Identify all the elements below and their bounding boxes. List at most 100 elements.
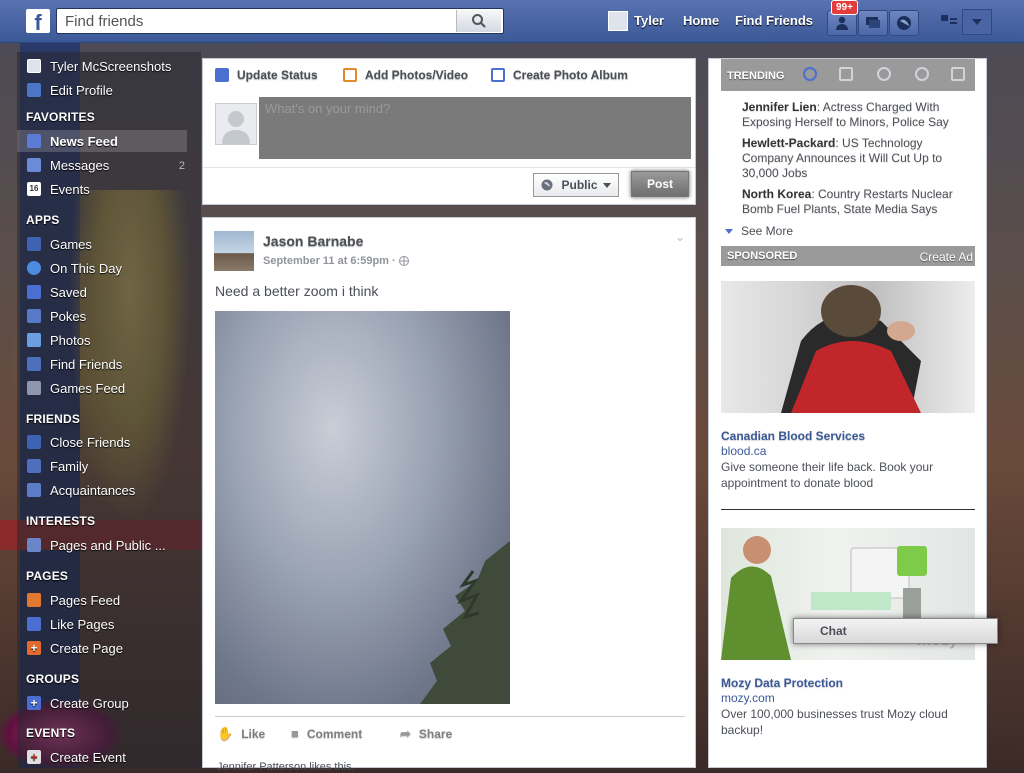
trending-tab-top-icon[interactable] — [803, 67, 817, 81]
action-label: Comment — [306, 726, 363, 741]
search-box — [56, 8, 504, 34]
sidebar-profile[interactable]: Tyler McScreenshots — [27, 56, 171, 76]
ad-description[interactable]: Give someone their life back. Book your … — [721, 459, 961, 491]
trending-tab-entertainment-icon[interactable] — [951, 67, 965, 81]
thumb-up-icon — [27, 617, 41, 631]
home-link[interactable]: Home — [683, 13, 719, 28]
trending-tab-science-icon[interactable] — [877, 67, 891, 81]
sidebar-item-label: Pokes — [50, 308, 87, 324]
section-heading-events: EVENTS — [26, 726, 76, 740]
top-navigation-bar: f Tyler Home Find Friends 99+ — [0, 0, 1024, 43]
pencil-icon — [215, 68, 229, 82]
search-button[interactable] — [456, 10, 501, 32]
section-heading-favorites: FAVORITES — [26, 110, 95, 124]
likes-summary[interactable]: Jennifer Patterson likes this. — [217, 761, 355, 773]
story-options-chevron-icon[interactable]: ⌄ — [675, 230, 685, 244]
sidebar-item-family[interactable]: Family — [27, 456, 88, 476]
sidebar-item-create-page[interactable]: + Create Page — [27, 638, 123, 658]
story-author[interactable]: Jason Barnabe — [263, 233, 363, 249]
rss-icon — [27, 538, 41, 552]
share-button[interactable]: ➦ Share — [400, 726, 452, 742]
sidebar-edit-profile[interactable]: Edit Profile — [27, 80, 113, 100]
chat-tab[interactable]: Chat — [793, 618, 998, 644]
sidebar-item-label: Edit Profile — [50, 82, 113, 98]
photo-icon — [343, 68, 357, 82]
sidebar-item-label: Acquaintances — [50, 482, 136, 498]
trending-item[interactable]: Jennifer Lien: Actress Charged With Expo… — [742, 100, 964, 130]
trending-tab-sports-icon[interactable] — [915, 67, 929, 81]
story-timestamp[interactable]: September 11 at 6:59pm · — [263, 255, 409, 267]
facebook-logo-icon[interactable]: f — [26, 9, 50, 33]
privacy-shortcuts-icon[interactable] — [940, 14, 958, 28]
sidebar-item-create-group[interactable]: + Create Group — [27, 693, 129, 713]
sidebar-item-label: News Feed — [50, 133, 118, 149]
story-divider — [215, 716, 685, 717]
search-input[interactable] — [61, 12, 469, 30]
sidebar-item-pages-feed[interactable]: Pages Feed — [27, 590, 120, 610]
photos-icon — [27, 333, 41, 347]
sidebar-item-messages[interactable]: Messages — [27, 155, 109, 175]
like-button[interactable]: ✋ Like — [217, 726, 265, 742]
sidebar-item-like-pages[interactable]: Like Pages — [27, 614, 114, 634]
story-photo[interactable] — [215, 311, 510, 704]
sidebar-item-pokes[interactable]: Pokes — [27, 306, 86, 326]
tab-update-status[interactable]: Update Status — [215, 68, 318, 82]
settings-menu-button[interactable] — [962, 9, 992, 35]
ad-title[interactable]: Mozy Data Protection — [721, 676, 843, 690]
search-icon — [472, 14, 486, 28]
trending-see-more[interactable]: See More — [725, 224, 793, 238]
avatar[interactable] — [214, 231, 254, 271]
tab-label: Add Photos/Video — [365, 68, 469, 82]
sidebar-item-news-feed[interactable]: News Feed — [27, 131, 118, 151]
sidebar-item-create-event[interactable]: + Create Event — [27, 747, 126, 767]
profile-link[interactable]: Tyler — [634, 13, 664, 28]
sidebar-item-on-this-day[interactable]: On This Day — [27, 258, 122, 278]
messages-button[interactable] — [858, 10, 888, 36]
sidebar-item-photos[interactable]: Photos — [27, 330, 90, 350]
plus-icon: + — [27, 750, 41, 764]
see-more-label: See More — [741, 224, 794, 238]
notifications-button[interactable] — [889, 10, 919, 36]
feed-story: Jason Barnabe September 11 at 6:59pm · ⌄… — [202, 217, 696, 773]
create-ad-link[interactable]: Create Ad — [920, 250, 973, 264]
sidebar-item-label: Create Event — [50, 749, 126, 765]
tab-create-photo-album[interactable]: Create Photo Album — [491, 68, 628, 82]
trending-item[interactable]: Hewlett-Packard: US Technology Company A… — [742, 136, 964, 181]
tab-label: Update Status — [237, 68, 318, 82]
status-input[interactable]: What's on your mind? — [259, 97, 691, 159]
post-button[interactable]: Post — [631, 171, 689, 197]
story-text: Need a better zoom i think — [215, 283, 379, 299]
user-avatar[interactable] — [608, 11, 628, 31]
globe-icon — [541, 179, 553, 191]
trending-item[interactable]: North Korea: Country Restarts Nuclear Bo… — [742, 187, 964, 217]
sidebar-item-pages-and-public[interactable]: Pages and Public ... — [27, 535, 166, 555]
poke-icon — [27, 309, 41, 323]
sidebar-item-saved[interactable]: Saved — [27, 282, 87, 302]
find-friends-link[interactable]: Find Friends — [735, 13, 813, 28]
sidebar-item-label: Photos — [50, 332, 91, 348]
ad-url[interactable]: blood.ca — [721, 444, 766, 458]
news-feed-icon — [27, 134, 41, 148]
sidebar-item-events[interactable]: 16 Events — [27, 179, 90, 199]
sidebar-item-games[interactable]: Games — [27, 234, 92, 254]
audience-selector[interactable]: Public — [533, 173, 619, 197]
sponsored-header: SPONSORED Create Ad — [721, 246, 975, 266]
sidebar-item-acquaintances[interactable]: Acquaintances — [27, 480, 135, 500]
action-label: Like — [241, 727, 266, 741]
sidebar-item-find-friends[interactable]: Find Friends — [27, 354, 122, 374]
ad-image[interactable] — [721, 281, 975, 413]
sidebar-item-games-feed[interactable]: Games Feed — [27, 378, 125, 398]
gamepad-icon — [27, 381, 41, 395]
sidebar-item-label: Like Pages — [50, 616, 115, 632]
plus-icon: + — [27, 641, 41, 655]
ad-title[interactable]: Canadian Blood Services — [721, 429, 865, 443]
trending-tab-politics-icon[interactable] — [839, 67, 853, 81]
tab-add-photos-video[interactable]: Add Photos/Video — [343, 68, 468, 82]
ad-url[interactable]: mozy.com — [721, 691, 775, 705]
comment-button[interactable]: ■ Comment — [291, 726, 362, 741]
audience-label: Public — [561, 178, 598, 192]
sidebar-item-close-friends[interactable]: Close Friends — [27, 432, 130, 452]
right-column: TRENDING Jennifer Lien: Actress Charged … — [708, 58, 987, 768]
ad-description[interactable]: Over 100,000 businesses trust Mozy cloud… — [721, 706, 961, 738]
chevron-down-icon — [725, 228, 733, 234]
